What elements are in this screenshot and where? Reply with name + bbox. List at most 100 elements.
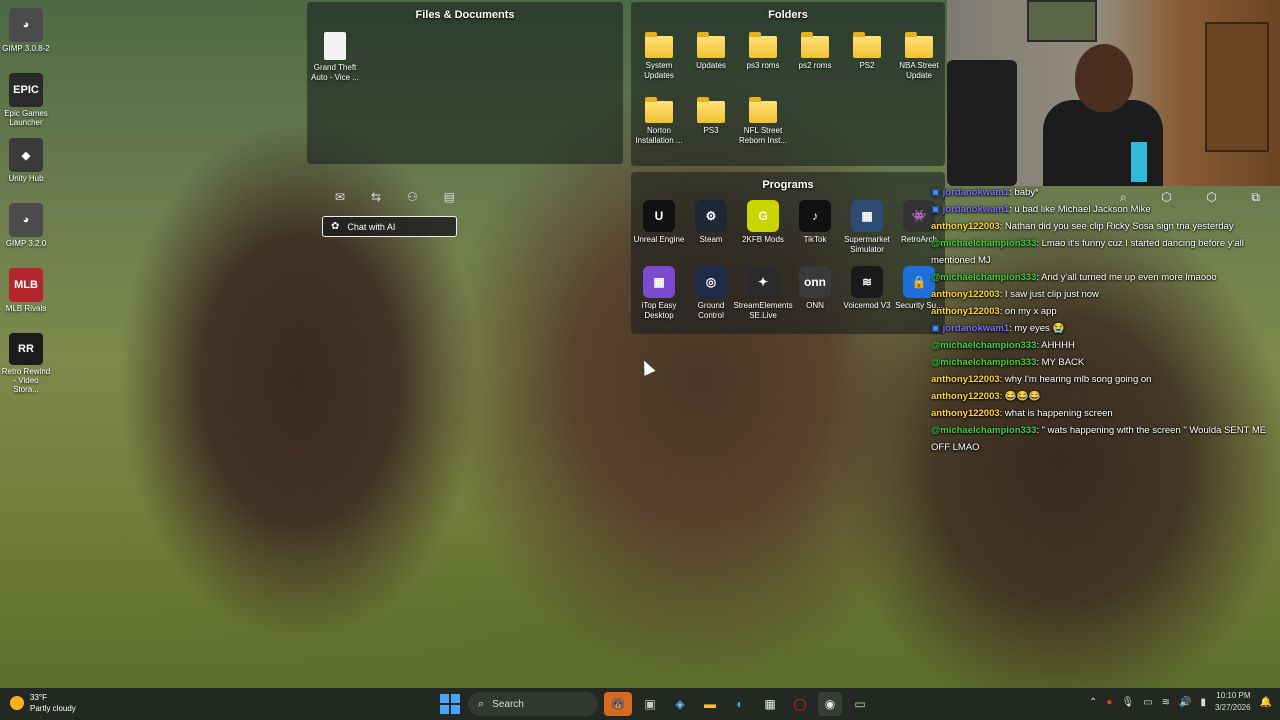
files-documents-fence: Files & Documents Grand Theft Auto - Vic…: [307, 2, 623, 164]
chat-with-ai-button[interactable]: ✿ Chat with AI: [322, 216, 457, 237]
store-icon[interactable]: ▦: [758, 692, 782, 716]
desktop-icon[interactable]: ◕ GIMP 3.2.0: [0, 199, 52, 264]
mail-icon[interactable]: ✉: [335, 190, 345, 204]
folder-label: ps3 roms: [746, 61, 780, 70]
sun-icon: [10, 696, 24, 710]
ai-icon: ✿: [331, 221, 340, 232]
desktop-icon[interactable]: ◆ Unity Hub: [0, 134, 52, 199]
translate-icon[interactable]: ⇆: [371, 190, 381, 204]
folder-icon: [749, 32, 777, 58]
task-view-icon[interactable]: ▣: [638, 692, 662, 716]
chat-username[interactable]: @michaelchampion333: [931, 425, 1036, 436]
program-item[interactable]: ▦ iTop Easy Desktop: [633, 266, 685, 321]
chat-message: @michaelchampion333: " wats happening wi…: [931, 422, 1280, 456]
ground-control-icon: ◎: [695, 266, 727, 298]
chat-username[interactable]: anthony122003: [931, 374, 1000, 385]
program-item[interactable]: onn ONN: [789, 266, 841, 311]
wifi-icon[interactable]: ≋: [1162, 697, 1170, 708]
chat-username[interactable]: anthony122003: [931, 306, 1000, 317]
folder-item[interactable]: System Updates: [633, 32, 685, 81]
folder-label: Updates: [696, 61, 726, 70]
notes-icon[interactable]: ▤: [444, 190, 455, 204]
battery-icon[interactable]: ▮: [1200, 697, 1206, 708]
chat-message: @michaelchampion333: Lmao it's funny cuz…: [931, 235, 1280, 269]
folder-label: PS3: [703, 126, 719, 135]
chat-username[interactable]: @michaelchampion333: [931, 238, 1036, 249]
folder-item[interactable]: ps2 roms: [789, 32, 841, 71]
clock[interactable]: 10:10 PM 3/27/2026: [1215, 690, 1251, 714]
badge-icon: ▣: [931, 204, 943, 215]
weather-widget[interactable]: 33°F Partly cloudy: [10, 692, 76, 714]
bear-widget-icon[interactable]: 🐻: [604, 692, 632, 716]
program-item[interactable]: ▦ Supermarket Simulator: [841, 200, 893, 255]
chat-username[interactable]: anthony122003: [931, 391, 1000, 402]
edge-icon[interactable]: ◐: [728, 692, 752, 716]
chat-username[interactable]: jordanokwam1: [943, 323, 1010, 334]
program-label: Supermarket Simulator: [844, 235, 890, 254]
program-item[interactable]: U Unreal Engine: [633, 200, 685, 245]
program-label: Ground Control: [697, 301, 725, 320]
weather-desc: Partly cloudy: [30, 704, 76, 713]
chat-text: : on my x app: [999, 306, 1057, 317]
retro-rewind-icon: RR: [9, 333, 43, 365]
chat-username[interactable]: @michaelchampion333: [931, 340, 1036, 351]
taskbar-search[interactable]: ⌕ Search: [468, 692, 598, 716]
chat-username[interactable]: jordanokwam1: [943, 204, 1010, 215]
volume-icon[interactable]: 🔊: [1179, 697, 1191, 708]
chat-username[interactable]: anthony122003: [931, 289, 1000, 300]
terminal-icon[interactable]: ▭: [848, 692, 872, 716]
program-item[interactable]: ♪ TikTok: [789, 200, 841, 245]
display-icon[interactable]: ▭: [1143, 697, 1152, 708]
chat-username[interactable]: jordanokwam1: [943, 187, 1010, 198]
program-item[interactable]: ◎ Ground Control: [685, 266, 737, 321]
program-item[interactable]: ⚙ Steam: [685, 200, 737, 245]
chevron-up-icon[interactable]: ⌃: [1089, 697, 1097, 708]
gimp-icon: ◕: [9, 203, 43, 237]
program-item[interactable]: ✦ StreamElements SE.Live: [733, 266, 793, 321]
badge-icon: ▣: [931, 187, 943, 198]
folder-icon: [801, 32, 829, 58]
opera-icon[interactable]: ◯: [788, 692, 812, 716]
chat-username[interactable]: anthony122003: [931, 221, 1000, 232]
app-tray-icon[interactable]: ●: [1106, 697, 1112, 708]
assistant-icon[interactable]: ⚇: [407, 190, 418, 204]
steam-icon: ⚙: [695, 200, 727, 232]
chat-message: anthony122003: 😂😂😂: [931, 388, 1280, 405]
chat-overlay: ▣ jordanokwam1: baby* ▣ jordanokwam1: u b…: [931, 184, 1280, 456]
desktop-icon[interactable]: MLB MLB Rivals: [0, 264, 52, 329]
folders-fence: Folders System Updates Updates ps3 roms ps2…: [631, 2, 945, 166]
chat-text: : why I'm hearing mlb song going on: [999, 374, 1152, 385]
folder-item[interactable]: ps3 roms: [737, 32, 789, 71]
folder-item[interactable]: PS2: [841, 32, 893, 71]
program-item[interactable]: G 2KFB Mods: [737, 200, 789, 245]
folder-icon: [749, 97, 777, 123]
start-button[interactable]: [438, 692, 462, 716]
file-explorer-icon[interactable]: ▬: [698, 692, 722, 716]
chat-username[interactable]: @michaelchampion333: [931, 272, 1036, 283]
program-label: TikTok: [803, 235, 827, 244]
desktop-icon[interactable]: ◕ GIMP 3.0.8-2: [0, 4, 52, 69]
program-item[interactable]: ≋ Voicemod V3: [841, 266, 893, 311]
obs-icon[interactable]: ◉: [818, 692, 842, 716]
folder-item[interactable]: NBA Street Update: [893, 32, 945, 81]
folder-item[interactable]: PS3: [685, 97, 737, 136]
folder-item[interactable]: NFL Street Reborn Inst...: [737, 97, 789, 146]
notification-icon[interactable]: 🔔: [1260, 697, 1272, 708]
clock-time: 10:10 PM: [1216, 691, 1251, 700]
file-gta-vice[interactable]: Grand Theft Auto - Vice ...: [309, 32, 361, 83]
folder-icon: [853, 32, 881, 58]
microphone-icon[interactable]: 🎙: [1121, 697, 1134, 708]
chat-username[interactable]: @michaelchampion333: [931, 357, 1036, 368]
folder-item[interactable]: Updates: [685, 32, 737, 71]
desktop-icon-label: GIMP 3.2.0: [5, 239, 47, 248]
desktop-icon[interactable]: RR Retro Rewind - Video Stora...: [0, 329, 52, 394]
chat-username[interactable]: anthony122003: [931, 408, 1000, 419]
folder-label: System Updates: [644, 61, 674, 80]
desktop-icon[interactable]: EPIC Epic Games Launcher: [0, 69, 52, 134]
chat-text: : MY BACK: [1036, 357, 1085, 368]
mlb-rivals-icon: MLB: [9, 268, 43, 302]
copilot-icon[interactable]: ◈: [668, 692, 692, 716]
chat-text: : what is happening screen: [999, 408, 1113, 419]
gimp-icon: ◕: [9, 8, 43, 42]
folder-item[interactable]: Norton Installation ...: [633, 97, 685, 146]
